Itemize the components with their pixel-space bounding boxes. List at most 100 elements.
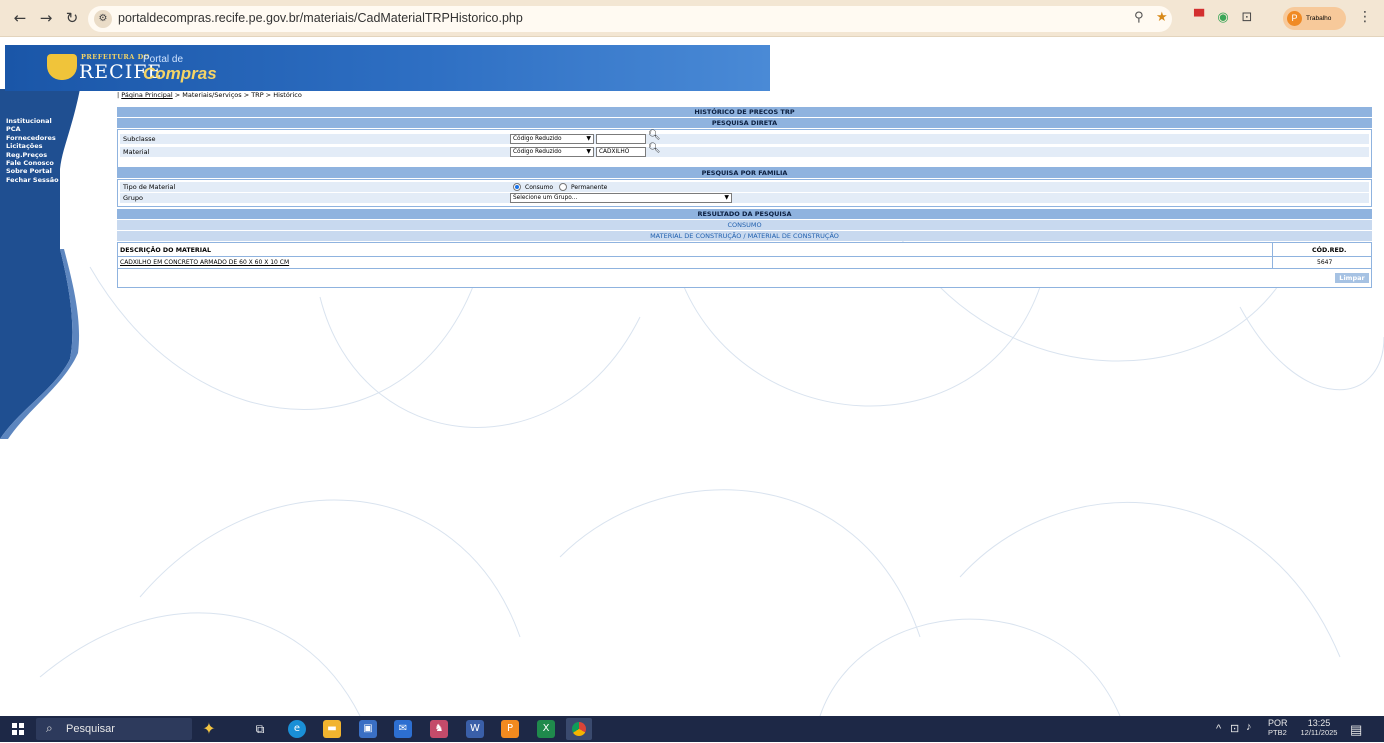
tray-chevron-icon[interactable]: ^ xyxy=(1216,723,1221,735)
subclasse-code-input[interactable] xyxy=(596,134,646,144)
store-icon[interactable]: ▣ xyxy=(359,720,377,738)
header-divider xyxy=(118,256,1371,257)
chevron-down-icon: ▼ xyxy=(586,135,591,142)
extensions-puzzle-icon[interactable]: ⊡ xyxy=(1238,9,1256,27)
breadcrumb: | Página Principal > Materiais/Serviços … xyxy=(117,91,302,99)
bookmark-star-icon[interactable]: ★ xyxy=(1156,10,1168,25)
radio-permanente[interactable] xyxy=(559,183,567,191)
site-info-icon[interactable]: ⚙ xyxy=(94,10,112,28)
zoom-icon[interactable]: ⚲ xyxy=(1134,10,1144,25)
file-explorer-icon[interactable]: ▬ xyxy=(323,720,341,738)
breadcrumb-path: > Materiais/Serviços > TRP > Histórico xyxy=(172,91,302,99)
page-title: HISTÓRICO DE PRECOS TRP xyxy=(117,107,1372,117)
sidebar-item-licitacoes[interactable]: Licitações xyxy=(6,142,59,150)
direct-search-panel: Subclasse Código Reduzido ▼ 🔍︎ Material … xyxy=(117,129,1372,168)
sidebar-item-fechar-sessao[interactable]: Fechar Sessão xyxy=(6,176,59,184)
sidebar-menu: Institucional PCA Fornecedores Licitaçõe… xyxy=(6,117,59,184)
radio-consumo-label: Consumo xyxy=(525,184,554,191)
reload-icon[interactable]: ↻ xyxy=(62,8,82,28)
language-indicator[interactable]: POR PTB2 xyxy=(1268,718,1288,737)
taskbar-search-placeholder: Pesquisar xyxy=(66,723,115,735)
radio-consumo[interactable] xyxy=(513,183,521,191)
subclasse-select-value: Código Reduzido xyxy=(513,136,562,142)
chevron-down-icon: ▼ xyxy=(724,194,729,201)
app-icon[interactable]: ♞ xyxy=(430,720,448,738)
col-header-code: CÓD.RED. xyxy=(1312,247,1347,254)
back-arrow-icon[interactable]: ← xyxy=(10,8,30,28)
results-category: CONSUMO xyxy=(117,220,1372,230)
sidebar-item-pca[interactable]: PCA xyxy=(6,125,59,133)
compras-text: Compras xyxy=(143,64,217,83)
address-text[interactable]: portaldecompras.recife.pe.gov.br/materia… xyxy=(118,11,523,25)
tipo-material-label: Tipo de Material xyxy=(123,183,176,191)
notification-icon[interactable]: ▤ xyxy=(1350,722,1362,738)
logo-prefix: PREFEITURA DO xyxy=(81,53,150,61)
edge-browser-icon[interactable]: e xyxy=(288,720,306,738)
task-view-icon[interactable]: ⧉ xyxy=(251,720,269,738)
material-type-select[interactable]: Código Reduzido ▼ xyxy=(510,147,594,157)
sidebar-item-sobre-portal[interactable]: Sobre Portal xyxy=(6,167,59,175)
windows-start-icon[interactable] xyxy=(12,723,24,735)
windows-taskbar: ⌕ Pesquisar ✦ ⧉ e ▬ ▣ ✉ ♞ W P X ^ ⊡ ♪ PO… xyxy=(0,716,1384,742)
powerpoint-app-icon[interactable]: P xyxy=(501,720,519,738)
clock-time: 13:25 xyxy=(1307,718,1331,728)
search-icon: ⌕ xyxy=(46,721,53,735)
browser-menu-icon[interactable]: ⋮ xyxy=(1358,9,1372,25)
results-table: DESCRIÇÃO DO MATERIAL CÓD.RED. CADXILHO … xyxy=(117,242,1372,288)
family-search-panel: Tipo de Material Consumo Permanente Grup… xyxy=(117,179,1372,207)
extension-eye-icon[interactable]: ◉ xyxy=(1214,9,1232,27)
language-code: POR xyxy=(1268,718,1288,728)
grupo-row: Grupo Selecione um Grupo... ▼ xyxy=(120,193,1369,203)
material-code: 5647 xyxy=(1317,259,1333,266)
tipo-material-row: Tipo de Material Consumo Permanente xyxy=(120,182,1369,192)
taskbar-search[interactable]: ⌕ Pesquisar xyxy=(36,718,192,740)
subclasse-type-select[interactable]: Código Reduzido ▼ xyxy=(510,134,594,144)
header-banner: PREFEITURA DO RECIFE Portal de Compras xyxy=(5,45,770,91)
sidebar-item-reg-precos[interactable]: Reg.Preços xyxy=(6,151,59,159)
family-search-header: PESQUISA POR FAMILIA xyxy=(117,168,1372,178)
grupo-select[interactable]: Selecione um Grupo... ▼ xyxy=(510,193,732,203)
forward-arrow-icon[interactable]: → xyxy=(36,8,56,28)
sidebar-item-institucional[interactable]: Institucional xyxy=(6,117,59,125)
extension-new-icon[interactable]: ▀ xyxy=(1190,9,1208,27)
sidebar-item-fornecedores[interactable]: Fornecedores xyxy=(6,134,59,142)
clear-button[interactable]: Limpar xyxy=(1335,273,1369,283)
profile-button[interactable]: P Trabalho xyxy=(1283,7,1346,30)
subclasse-row: Subclasse Código Reduzido ▼ 🔍︎ xyxy=(120,131,1369,144)
col-header-description: DESCRIÇÃO DO MATERIAL xyxy=(120,247,212,254)
chevron-down-icon: ▼ xyxy=(586,148,591,155)
chrome-app-active[interactable] xyxy=(566,718,592,740)
material-search-icon[interactable]: 🔍︎ xyxy=(648,144,661,154)
chrome-icon xyxy=(572,722,586,736)
material-label: Material xyxy=(123,148,150,156)
mail-app-icon[interactable]: ✉ xyxy=(394,720,412,738)
material-row: Material Código Reduzido ▼ CADXILHO 🔍︎ xyxy=(120,144,1369,157)
network-icon[interactable]: ⊡ xyxy=(1230,722,1239,735)
page-viewport: PREFEITURA DO RECIFE Portal de Compras |… xyxy=(0,37,1384,716)
material-description-link[interactable]: CADXILHO EM CONCRETO ARMADO DE 60 X 60 X… xyxy=(120,259,289,266)
subclasse-search-icon[interactable]: 🔍︎ xyxy=(648,131,661,141)
material-code-input[interactable]: CADXILHO xyxy=(596,147,646,157)
excel-app-icon[interactable]: X xyxy=(537,720,555,738)
radio-permanente-label: Permanente xyxy=(571,184,608,191)
volume-icon[interactable]: ♪ xyxy=(1246,721,1252,733)
word-app-icon[interactable]: W xyxy=(466,720,484,738)
browser-toolbar: ← → ↻ ⚙ portaldecompras.recife.pe.gov.br… xyxy=(0,0,1384,37)
city-emblem-icon xyxy=(47,54,77,80)
copilot-sparkle-icon[interactable]: ✦ xyxy=(200,720,218,738)
grupo-select-value: Selecione um Grupo... xyxy=(513,195,578,201)
subclasse-label: Subclasse xyxy=(123,135,156,143)
results-subcategory: MATERIAL DE CONSTRUÇÃO / MATERIAL DE CON… xyxy=(117,231,1372,241)
clock[interactable]: 13:25 12/11/2025 xyxy=(1296,718,1342,737)
sidebar-item-fale-conosco[interactable]: Fale Conosco xyxy=(6,159,59,167)
row-divider xyxy=(118,268,1371,269)
grupo-label: Grupo xyxy=(123,194,143,202)
breadcrumb-home-link[interactable]: Página Principal xyxy=(121,91,172,99)
results-header: RESULTADO DA PESQUISA xyxy=(117,209,1372,219)
address-bar[interactable]: ⚙ portaldecompras.recife.pe.gov.br/mater… xyxy=(88,6,1172,32)
profile-avatar: P xyxy=(1287,11,1302,26)
material-select-value: Código Reduzido xyxy=(513,149,562,155)
profile-label: Trabalho xyxy=(1306,15,1332,22)
direct-search-header: PESQUISA DIRETA xyxy=(117,118,1372,128)
clock-date: 12/11/2025 xyxy=(1300,728,1338,737)
